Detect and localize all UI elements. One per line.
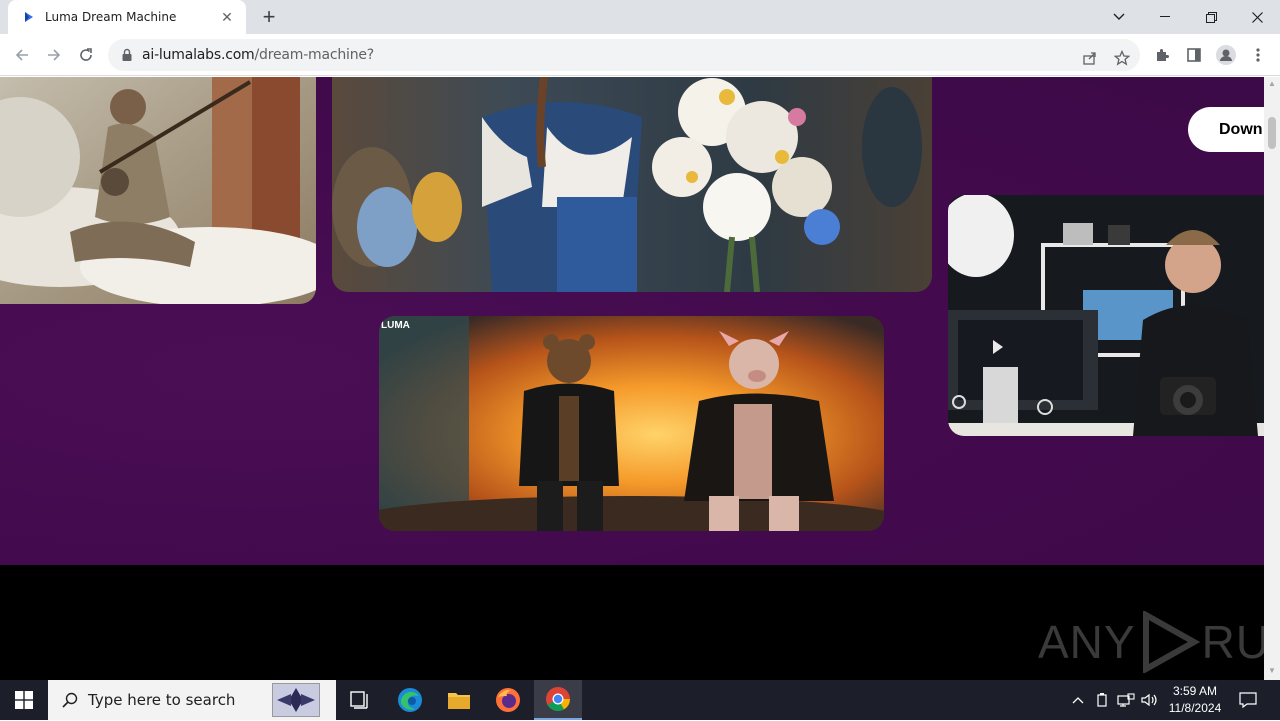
download-button[interactable]: Down (1188, 107, 1264, 152)
scroll-down-arrow-icon[interactable]: ▼ (1268, 667, 1276, 675)
old-man-banjo-image[interactable] (0, 77, 316, 304)
show-hidden-icons-icon[interactable] (1068, 690, 1088, 710)
chrome-taskbar-icon[interactable] (534, 680, 582, 720)
download-label: Down (1219, 120, 1263, 138)
url-path: /dream-machine? (254, 47, 375, 63)
network-icon[interactable] (1116, 690, 1136, 710)
new-tab-button[interactable]: + (256, 4, 282, 29)
windows-taskbar: Type here to search 3:59 AM 11/8/2024 (0, 680, 1280, 720)
file-explorer-icon[interactable] (435, 680, 483, 720)
address-bar[interactable]: ai-lumalabs.com/dream-machine? (108, 39, 1140, 71)
scroll-up-arrow-icon[interactable]: ▲ (1268, 80, 1276, 88)
system-clock[interactable]: 3:59 AM 11/8/2024 (1160, 683, 1230, 717)
profile-avatar-icon[interactable] (1212, 41, 1240, 69)
tab-luma-dream-machine[interactable]: Luma Dream Machine ✕ (8, 0, 246, 34)
notifications-icon[interactable] (1238, 690, 1258, 710)
start-button[interactable] (0, 680, 48, 720)
extensions-puzzle-icon[interactable] (1148, 41, 1176, 69)
watermark-play-icon (1142, 611, 1200, 673)
page-content: Down LUMA (0, 77, 1264, 680)
luma-favicon-icon (25, 12, 33, 22)
edge-browser-icon[interactable] (386, 680, 434, 720)
bookmark-star-icon[interactable] (1108, 44, 1136, 72)
bear-pig-explosion-image[interactable]: LUMA (379, 316, 884, 531)
search-placeholder: Type here to search (88, 691, 236, 709)
close-window-button[interactable] (1234, 0, 1280, 34)
lock-icon[interactable] (120, 48, 134, 62)
back-button[interactable] (8, 41, 36, 69)
search-icon (62, 692, 78, 708)
tab-search-icon[interactable] (1096, 0, 1142, 34)
watermark-left-text: ANY (1038, 616, 1136, 668)
device-status-icon[interactable] (1092, 690, 1112, 710)
volume-icon[interactable] (1140, 690, 1160, 710)
share-icon[interactable] (1076, 44, 1104, 72)
url-text: ai-lumalabs.com/dream-machine? (142, 47, 374, 63)
tab-close-icon[interactable]: ✕ (218, 8, 236, 26)
clock-date: 11/8/2024 (1168, 701, 1222, 715)
firefox-icon[interactable] (484, 680, 532, 720)
clock-time: 3:59 AM (1172, 684, 1218, 698)
forward-button[interactable] (40, 41, 68, 69)
side-panel-icon[interactable] (1180, 41, 1208, 69)
url-host: ai-lumalabs.com (142, 47, 255, 63)
woman-flowers-image[interactable] (332, 77, 932, 292)
chrome-menu-icon[interactable] (1244, 41, 1272, 69)
tab-strip: Luma Dream Machine ✕ + (0, 0, 1280, 34)
search-highlight-thumbnail (272, 683, 320, 717)
taskbar-search-box[interactable]: Type here to search (48, 680, 336, 720)
restore-button[interactable] (1188, 0, 1234, 34)
tab-title: Luma Dream Machine (45, 10, 177, 24)
task-view-icon[interactable] (336, 680, 384, 720)
anyrun-watermark: ANY RUN (1038, 611, 1280, 673)
luma-video-badge: LUMA (381, 320, 410, 331)
page-scrollbar[interactable]: ▲ ▼ (1264, 77, 1280, 680)
minimize-button[interactable] (1142, 0, 1188, 34)
browser-toolbar: ai-lumalabs.com/dream-machine? (0, 34, 1280, 76)
reload-button[interactable] (72, 41, 100, 69)
scroll-thumb[interactable] (1268, 117, 1276, 149)
photographer-studio-image[interactable] (948, 195, 1264, 436)
windows-logo-icon (15, 691, 33, 709)
